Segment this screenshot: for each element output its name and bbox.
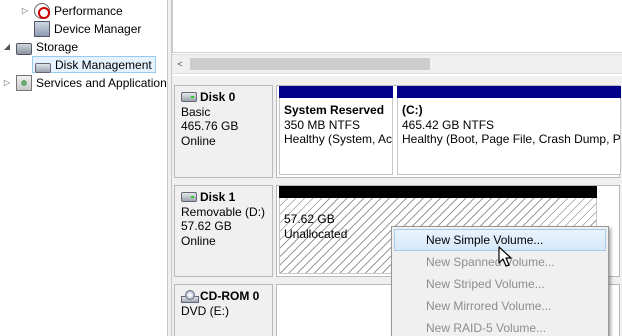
menu-item-new-mirrored-volume[interactable]: New Mirrored Volume... — [394, 295, 606, 317]
volume-details: (C:) 465.42 GB NTFS Healthy (Boot, Page … — [397, 98, 621, 175]
tree-item-device-manager[interactable]: Device Manager — [20, 20, 141, 38]
partition-bar — [279, 186, 597, 198]
expand-arrow-icon — [20, 24, 30, 34]
volume-c[interactable]: (C:) 465.42 GB NTFS Healthy (Boot, Page … — [397, 86, 621, 175]
volume-name: (C:) — [402, 103, 423, 117]
expand-arrow-icon[interactable]: ▷ — [2, 78, 12, 88]
volume-size: 350 MB NTFS — [284, 117, 361, 132]
partition-bar — [279, 86, 393, 98]
disk-icon — [181, 92, 197, 103]
cd-rom-icon — [181, 290, 199, 304]
disk-type: Removable (D:) — [181, 204, 266, 219]
volume-system-reserved[interactable]: System Reserved 350 MB NTFS Healthy (Sys… — [279, 86, 393, 175]
collapse-arrow-icon[interactable]: ◢ — [2, 42, 12, 52]
navigation-tree: ▷ Performance Device Manager ◢ Storage D… — [0, 0, 167, 336]
tree-item-label: Disk Management — [55, 57, 152, 72]
tree-item-label: Device Manager — [54, 22, 142, 36]
disk-type: Basic — [181, 104, 211, 119]
tree-item-storage[interactable]: ◢ Storage — [2, 38, 78, 56]
tree-item-label: Performance — [54, 4, 123, 18]
disk-name: CD-ROM 0 — [200, 289, 260, 303]
mouse-cursor-icon — [498, 246, 512, 267]
disk-label[interactable]: Disk 0 Basic 465.76 GB Online — [174, 85, 273, 178]
volume-details: System Reserved 350 MB NTFS Healthy (Sys… — [279, 98, 393, 175]
tree-item-disk-management[interactable]: Disk Management — [32, 56, 156, 73]
scroll-left-arrow-icon[interactable]: < — [172, 55, 188, 73]
disk-label[interactable]: CD-ROM 0 DVD (E:) — [174, 284, 273, 336]
disk-size: 57.62 GB — [181, 219, 232, 233]
context-menu: New Simple Volume... New Spanned Volume.… — [391, 226, 609, 336]
expand-arrow-icon[interactable]: ▷ — [20, 6, 30, 16]
disk-status: Online — [181, 233, 216, 248]
services-icon — [16, 75, 32, 91]
column-separator — [172, 0, 173, 53]
device-manager-icon — [34, 21, 50, 37]
disk-name: Disk 0 — [200, 90, 236, 104]
tree-item-label: Storage — [36, 40, 79, 54]
disk-size: 465.76 GB — [181, 119, 239, 133]
disk-status: Online — [181, 133, 216, 148]
disk-type: DVD (E:) — [181, 303, 229, 318]
volume-status: Healthy (System, Active, Primary Partiti… — [284, 132, 393, 146]
disk-row-disk-0: Disk 0 Basic 465.76 GB Online System Res… — [174, 85, 621, 178]
partition-bar — [397, 86, 621, 98]
volume-size: 57.62 GB — [284, 212, 335, 226]
tree-item-label: Services and Applications — [36, 76, 167, 90]
volume-list-view[interactable] — [172, 0, 622, 53]
disk-name: Disk 1 — [200, 190, 236, 204]
volume-status: Healthy (Boot, Page File, Crash Dump, Pr… — [402, 132, 621, 146]
disk-label[interactable]: Disk 1 Removable (D:) 57.62 GB Online — [174, 185, 273, 277]
tree-item-performance[interactable]: ▷ Performance — [20, 2, 123, 20]
volume-name: System Reserved — [284, 103, 385, 117]
disk-icon — [181, 192, 197, 203]
disk-management-icon — [35, 62, 51, 73]
storage-icon — [16, 43, 32, 55]
menu-item-new-raid5-volume[interactable]: New RAID-5 Volume... — [394, 317, 606, 336]
scrollbar-thumb[interactable] — [190, 58, 430, 70]
menu-item-new-striped-volume[interactable]: New Striped Volume... — [394, 273, 606, 295]
volume-size: 465.42 GB NTFS — [402, 117, 495, 132]
volume-area: System Reserved 350 MB NTFS Healthy (Sys… — [276, 85, 621, 178]
performance-icon — [34, 3, 50, 19]
tree-item-services-and-applications[interactable]: ▷ Services and Applications — [2, 74, 167, 92]
horizontal-scrollbar[interactable]: < — [172, 54, 622, 74]
